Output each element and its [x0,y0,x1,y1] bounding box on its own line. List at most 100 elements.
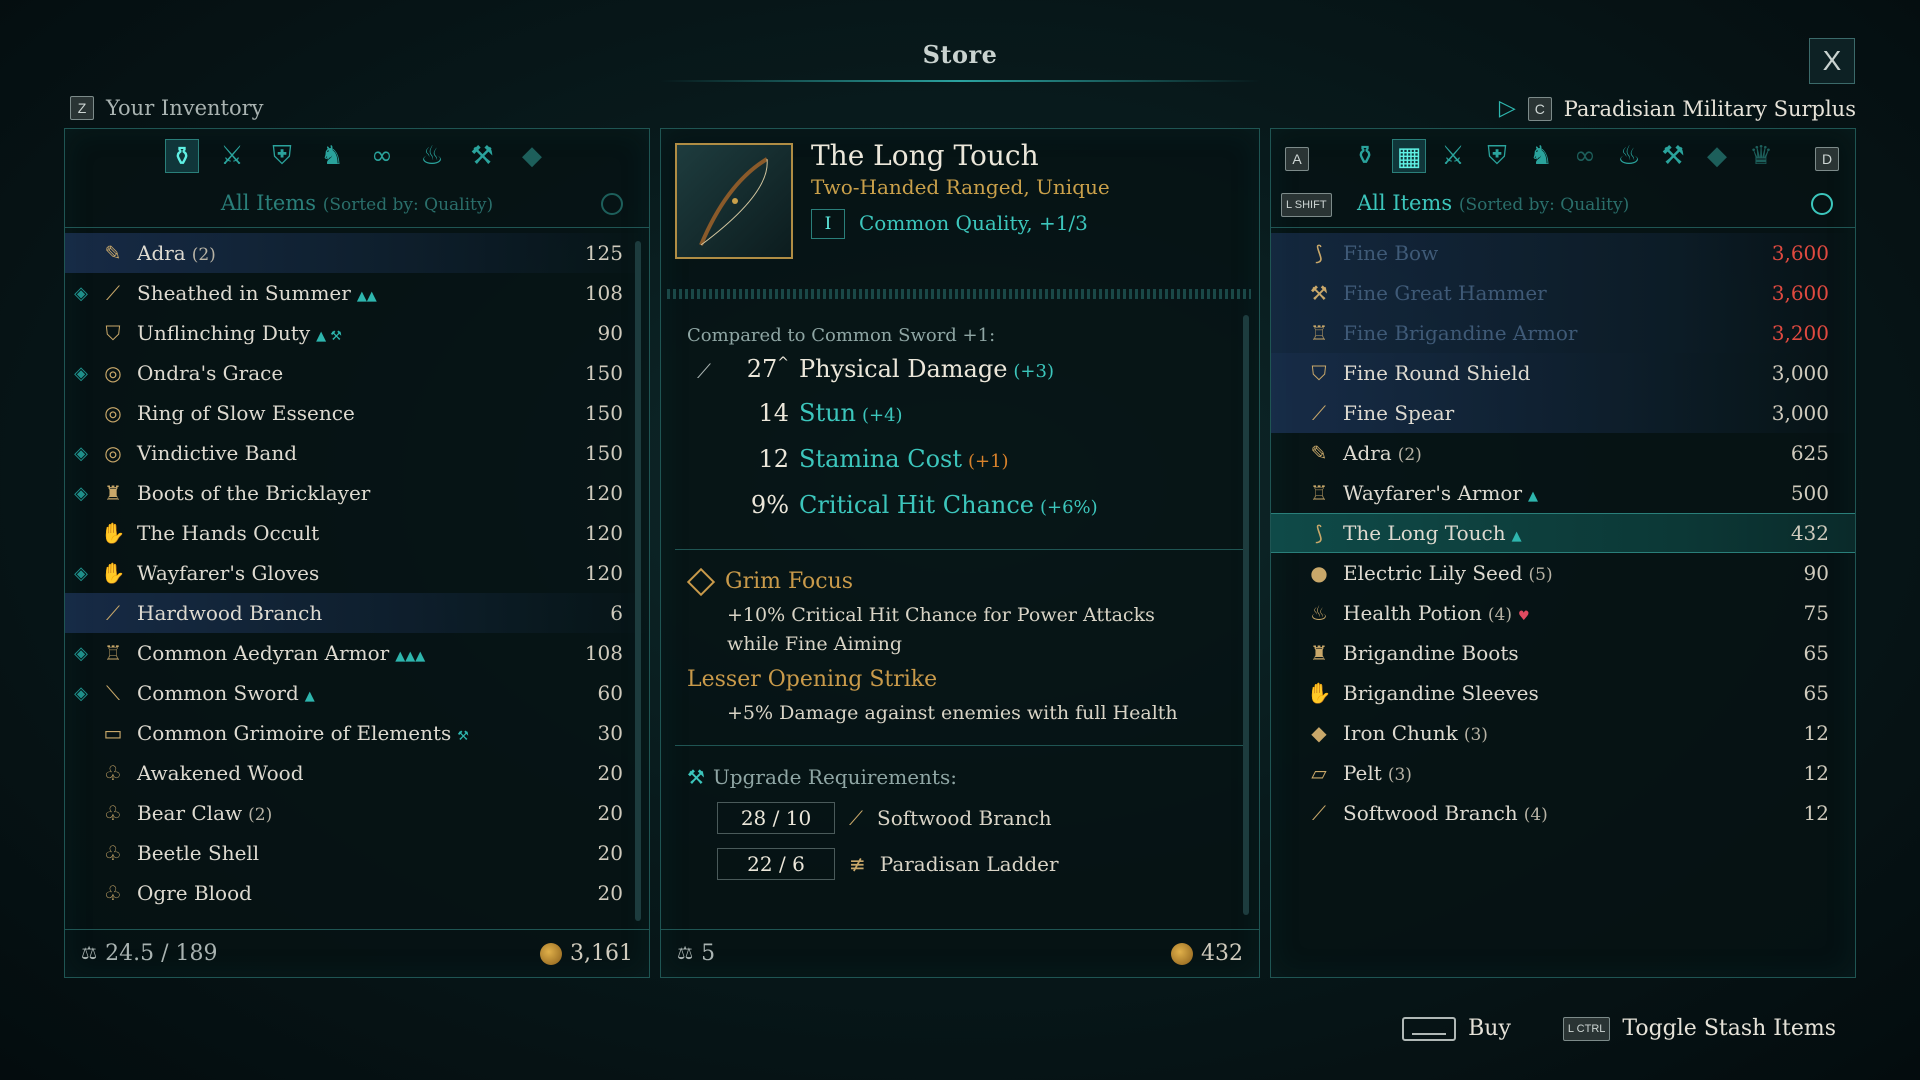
equipped-icon: ◈ [74,362,88,384]
play-icon: ▷ [1498,96,1516,121]
item-value: 150 [584,441,623,465]
inventory-title[interactable]: Your Inventory [106,96,264,120]
inventory-category-tabs: ⚱ ⚔ ⛨ ♞ ∞ ♨ ⚒ ◆ [65,139,649,173]
consumables-icon[interactable]: ♨ [1612,139,1646,173]
inventory-item-row[interactable]: ◎ Ring of Slow Essence 150 [65,393,649,433]
item-value: 108 [584,641,623,665]
inventory-item-row[interactable]: ♧ Ogre Blood 20 [65,873,649,913]
boots-icon[interactable]: ♞ [315,139,349,173]
anvil-icon[interactable]: ⚒ [1656,139,1690,173]
inventory-item-row[interactable]: ♧ Awakened Wood 20 [65,753,649,793]
vendor-item-row[interactable]: ● Electric Lily Seed (5) 90 [1271,553,1855,593]
equipped-icon: ◈ [74,642,88,664]
inventory-item-row[interactable]: ◈ ♜ Boots of the Bricklayer 120 [65,473,649,513]
inventory-item-row[interactable]: ▭ Common Grimoire of Elements ⚒ 30 [65,713,649,753]
vendor-item-row[interactable]: ◆ Iron Chunk (3) 12 [1271,713,1855,753]
toggle-stash-action[interactable]: Toggle Stash Items [1622,1016,1836,1041]
vendor-item-row[interactable]: ⟆ The Long Touch ▲ 432 [1271,513,1855,553]
bag-icon[interactable]: ⚱ [1348,139,1382,173]
inventory-weight: ⚖ 24.5 / 189 [81,941,218,966]
inventory-sort-label[interactable]: All Items (Sorted by: Quality) [65,191,649,215]
vendor-item-row[interactable]: ♜ Brigandine Boots 65 [1271,633,1855,673]
upgrade-amount: 22 / 6 [717,848,835,880]
inventory-item-row[interactable]: ⛉ Unflinching Duty ▲ ⚒ 90 [65,313,649,353]
inventory-item-row[interactable]: ♧ Bear Claw (2) 20 [65,793,649,833]
vendor-panel: A ⚱ ▦ ⚔ ⛨ ♞ ∞ ♨ ⚒ ◆ ♛ D L SHIFT All Items (Sorted… [1270,128,1856,978]
anvil-icon[interactable]: ⚒ [465,139,499,173]
quality-marks-icon: ▲ [304,689,315,704]
upgrade-row: 28 / 10 ⟋ Softwood Branch [717,801,1052,835]
vendor-item-row[interactable]: ⚒ Fine Great Hammer 3,600 [1271,273,1855,313]
crown-icon[interactable]: ♛ [1744,139,1778,173]
vendor-filter-label: All Items [1357,191,1453,215]
ring-icon: ◎ [104,401,122,425]
consumables-icon[interactable]: ♨ [415,139,449,173]
inventory-scrollbar[interactable] [635,241,641,921]
sort-toggle-icon[interactable] [601,193,623,215]
close-button[interactable]: X [1809,38,1855,84]
gem-icon[interactable]: ◆ [515,139,549,173]
adra-icon: ✎ [1310,441,1328,465]
item-detail-panel: The Long Touch Two-Handed Ranged, Unique… [660,128,1260,978]
perk-name: Lesser Opening Strike [687,667,938,692]
item-count: (3) [1463,725,1488,745]
inventory-item-row[interactable]: ◈ ⟍ Common Sword ▲ 60 [65,673,649,713]
item-price-value: 432 [1201,941,1243,966]
material-icon: ♧ [104,841,122,865]
vendor-item-row[interactable]: ♖ Fine Brigandine Armor 3,200 [1271,313,1855,353]
vendor-item-row[interactable]: ♖ Wayfarer's Armor ▲ 500 [1271,473,1855,513]
vendor-item-row[interactable]: ⛉ Fine Round Shield 3,000 [1271,353,1855,393]
quality-marks-icon: ▲ [1511,529,1522,544]
boots-icon[interactable]: ♞ [1524,139,1558,173]
detail-scrollbar[interactable] [1243,315,1249,915]
inventory-item-row[interactable]: ◈ ◎ Ondra's Grace 150 [65,353,649,393]
vendor-item-row[interactable]: ✎ Adra (2) 625 [1271,433,1855,473]
inventory-item-row[interactable]: ◈ ✋ Wayfarer's Gloves 120 [65,553,649,593]
spear-icon: ⟋ [1312,401,1326,425]
inventory-item-row[interactable]: ♧ Beetle Shell 20 [65,833,649,873]
item-name-text: Fine Round Shield [1343,361,1531,385]
inventory-item-row[interactable]: ◈ ◎ Vindictive Band 150 [65,433,649,473]
inventory-item-row[interactable]: ◈ ♖ Common Aedyran Armor ▲▲▲ 108 [65,633,649,673]
item-count: (2) [248,805,273,825]
perk-name: Grim Focus [725,569,854,594]
vendor-item-row[interactable]: ⟋ Fine Spear 3,000 [1271,393,1855,433]
rings-icon[interactable]: ∞ [365,139,399,173]
vendor-sort-label[interactable]: All Items (Sorted by: Quality) [1357,191,1629,215]
vendor-item-row[interactable]: ⟋ Softwood Branch (4) 12 [1271,793,1855,833]
sword-icon: ⟍ [106,681,120,705]
inventory-item-row[interactable]: ✋ The Hands Occult 120 [65,513,649,553]
inventory-item-row[interactable]: ⟋ Hardwood Branch 6 [65,593,649,633]
detail-footer: ⚖ 5 432 [661,929,1259,977]
sort-toggle-icon[interactable] [1811,193,1833,215]
prev-category-key[interactable]: A [1285,147,1309,171]
vendor-title[interactable]: Paradisian Military Surplus [1564,97,1856,121]
vendor-item-row[interactable]: ✋ Brigandine Sleeves 65 [1271,673,1855,713]
item-count: (2) [191,245,216,265]
inventory-item-row[interactable]: ◈ ⟋ Sheathed in Summer ▲▲ 108 [65,273,649,313]
item-value: 65 [1803,641,1829,665]
armor-icon[interactable]: ⛨ [1480,139,1514,173]
next-category-key[interactable]: D [1815,147,1839,171]
armor-icon[interactable]: ⛨ [265,139,299,173]
weapons-icon[interactable]: ⚔ [1436,139,1470,173]
inventory-item-row[interactable]: ✎ Adra (2) 125 [65,233,649,273]
coin-icon [1171,942,1193,965]
item-name: Fine Brigandine Armor [1343,321,1577,345]
vendor-item-row[interactable]: ⟆ Fine Bow 3,600 [1271,233,1855,273]
item-name: Fine Round Shield [1343,361,1530,385]
item-name-text: Pelt [1343,761,1382,785]
gem-icon[interactable]: ◆ [1700,139,1734,173]
item-name: Vindictive Band [137,441,297,465]
rings-icon[interactable]: ∞ [1568,139,1602,173]
buy-action[interactable]: Buy [1468,1016,1511,1041]
all-items-icon[interactable]: ▦ [1392,139,1426,173]
vendor-item-row[interactable]: ♨ Health Potion (4) ♥ 75 [1271,593,1855,633]
weapons-icon[interactable]: ⚔ [215,139,249,173]
branch-icon: ⟋ [1312,801,1326,825]
ctrl-key-hint: L CTRL [1562,1016,1611,1041]
item-count: (3) [1387,765,1412,785]
item-name-text: Unflinching Duty [137,321,311,345]
bag-icon[interactable]: ⚱ [165,139,199,173]
vendor-item-row[interactable]: ▱ Pelt (3) 12 [1271,753,1855,793]
